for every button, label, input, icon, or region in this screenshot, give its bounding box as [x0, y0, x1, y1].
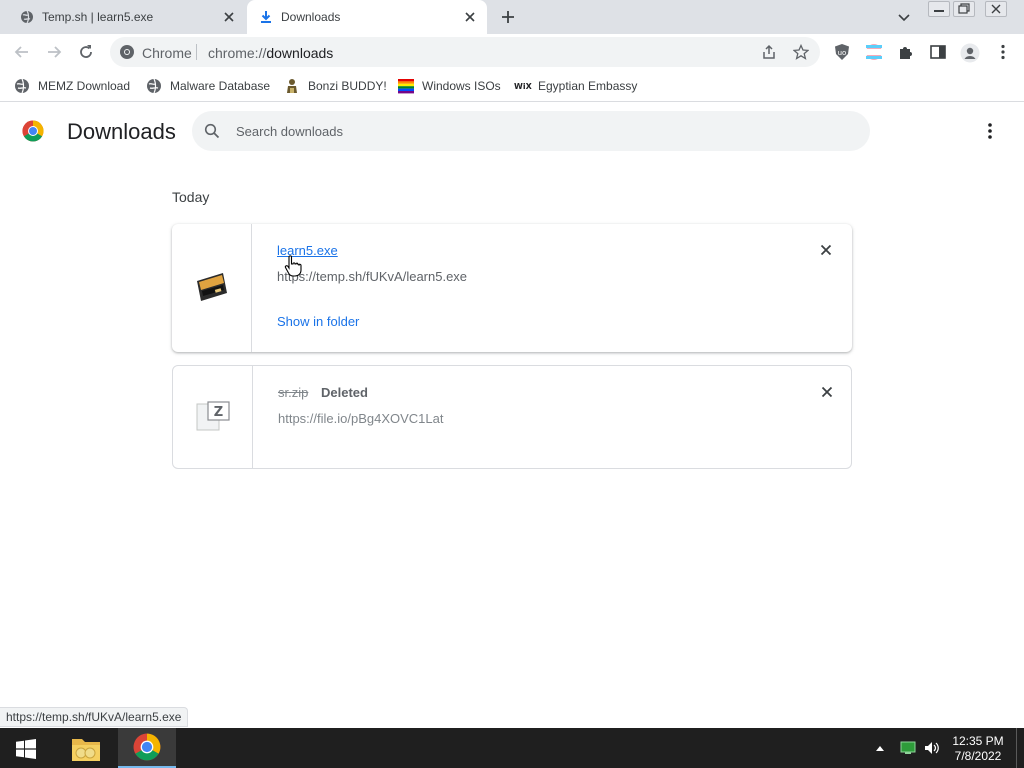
file-icon-column — [172, 224, 252, 352]
file-icon-column: Z — [173, 366, 253, 468]
tab-title: Downloads — [281, 10, 341, 24]
remove-item-icon[interactable] — [819, 243, 833, 257]
clock-time: 12:35 PM — [952, 734, 1004, 748]
bookmark-memz-download[interactable]: MEMZ Download — [14, 77, 130, 95]
link-status-bubble: https://temp.sh/fUKvA/learn5.exe — [0, 707, 189, 727]
svg-text:WiX: WiX — [514, 82, 532, 91]
date-section-label: Today — [172, 189, 210, 205]
tab-search-icon[interactable] — [896, 9, 912, 25]
search-input[interactable] — [236, 121, 836, 141]
downloads-page: Downloads Today learn5.exe https://temp.… — [0, 103, 1024, 727]
tab-strip: Temp.sh | learn5.exe Downloads — [0, 0, 1024, 34]
download-item: Z sr.zip Deleted https://file.io/pBg4XOV… — [172, 365, 852, 469]
bookmark-label: Bonzi BUDDY! — [308, 79, 387, 93]
globe-icon — [146, 78, 162, 94]
file-explorer-icon[interactable] — [70, 733, 102, 763]
system-clock[interactable]: 12:35 PM 7/8/2022 — [946, 734, 1010, 764]
exe-file-icon — [195, 271, 229, 303]
bonzi-icon — [284, 78, 300, 94]
ublock-icon[interactable]: uo — [833, 43, 851, 61]
side-panel-icon[interactable] — [929, 43, 947, 61]
flag-extension-icon[interactable] — [865, 43, 883, 61]
globe-icon — [20, 10, 34, 24]
close-tab-icon[interactable] — [463, 10, 477, 24]
reload-icon[interactable] — [77, 43, 95, 61]
bookmark-label: MEMZ Download — [38, 79, 131, 93]
file-source-url[interactable]: https://temp.sh/fUKvA/learn5.exe — [277, 269, 467, 284]
bookmark-label: Windows ISOs — [422, 79, 501, 93]
windows-taskbar: 12:35 PM 7/8/2022 — [0, 728, 1024, 768]
wix-icon: WiX — [514, 78, 532, 94]
bookmark-label: Malware Database — [170, 79, 271, 93]
download-item: learn5.exe https://temp.sh/fUKvA/learn5.… — [172, 224, 852, 352]
bookmark-bonzi-buddy[interactable]: Bonzi BUDDY! — [284, 77, 387, 95]
status-badge: Deleted — [321, 385, 368, 400]
tab-temp-sh[interactable]: Temp.sh | learn5.exe — [8, 0, 246, 34]
zip-file-icon: Z — [196, 401, 230, 431]
forward-icon[interactable] — [45, 43, 63, 61]
chrome-taskbar-button[interactable] — [118, 728, 176, 768]
extensions-puzzle-icon[interactable] — [897, 43, 915, 61]
tab-title: Temp.sh | learn5.exe — [42, 10, 154, 24]
page-title: Downloads — [67, 119, 176, 144]
url-text[interactable]: chrome://downloads — [208, 45, 333, 61]
rainbow-flag-icon — [398, 78, 414, 94]
search-downloads-box[interactable] — [192, 111, 870, 151]
more-actions-icon[interactable] — [982, 121, 998, 141]
bookmark-egyptian-embassy[interactable]: WiX Egyptian Embassy — [514, 77, 637, 95]
omnibox-divider — [196, 44, 197, 60]
network-icon[interactable] — [900, 741, 916, 755]
tray-overflow-icon[interactable] — [875, 744, 885, 752]
close-tab-icon[interactable] — [222, 10, 236, 24]
new-tab-button[interactable] — [497, 8, 519, 26]
search-icon — [204, 123, 220, 139]
restore-button[interactable] — [953, 1, 975, 17]
bookmark-star-icon[interactable] — [793, 44, 809, 60]
tab-downloads[interactable]: Downloads — [247, 0, 487, 34]
bookmark-label: Egyptian Embassy — [538, 79, 638, 93]
bookmark-malware-database[interactable]: Malware Database — [146, 77, 270, 95]
browser-toolbar: Chrome chrome://downloads uo — [0, 34, 1024, 70]
windows-start-icon[interactable] — [16, 739, 36, 759]
svg-text:uo: uo — [838, 49, 847, 57]
site-chip-label: Chrome — [142, 45, 192, 61]
chrome-icon — [119, 44, 135, 60]
bookmarks-bar: MEMZ Download Malware Database Bonzi BUD… — [0, 70, 1024, 102]
globe-icon — [14, 78, 30, 94]
address-bar[interactable]: Chrome chrome://downloads — [110, 37, 820, 67]
chrome-menu-icon[interactable] — [994, 43, 1012, 61]
download-icon — [259, 10, 273, 24]
share-icon[interactable] — [761, 44, 777, 60]
remove-item-icon[interactable] — [820, 385, 834, 399]
file-source-url[interactable]: https://file.io/pBg4XOVC1Lat — [278, 411, 443, 426]
bookmark-windows-isos[interactable]: Windows ISOs — [398, 77, 501, 95]
chrome-logo-icon — [22, 120, 44, 142]
clock-date: 7/8/2022 — [954, 749, 1002, 763]
back-icon[interactable] — [13, 43, 31, 61]
close-window-button[interactable] — [985, 1, 1007, 17]
hand-cursor-icon — [284, 255, 302, 277]
show-desktop-button[interactable] — [1016, 728, 1017, 768]
file-name-deleted: sr.zip — [278, 385, 309, 400]
minimize-button[interactable] — [928, 1, 950, 17]
svg-text:Z: Z — [214, 405, 223, 420]
volume-icon[interactable] — [924, 741, 940, 755]
show-in-folder-link[interactable]: Show in folder — [277, 314, 359, 329]
profile-avatar-icon[interactable] — [960, 43, 980, 63]
